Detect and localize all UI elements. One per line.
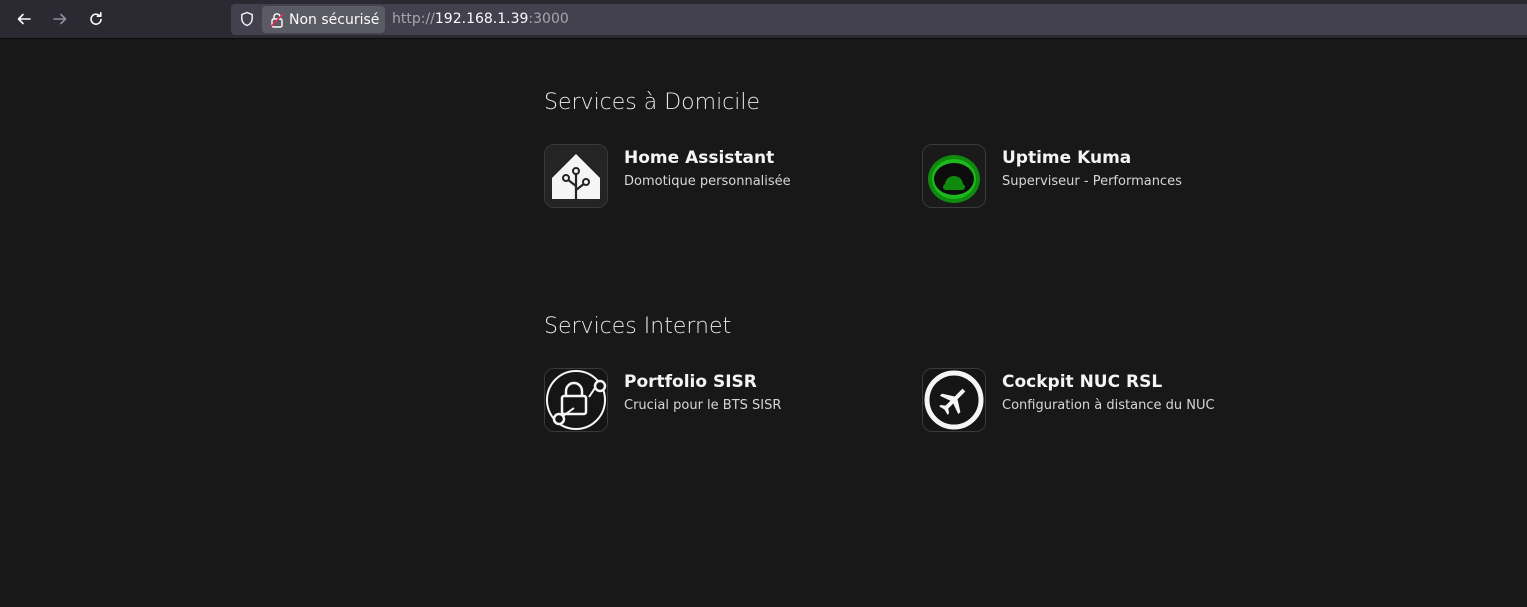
service-card-cockpit[interactable]: Cockpit NUC RSL Configuration à distance… <box>922 368 1262 434</box>
tracking-protection-icon[interactable] <box>239 11 255 27</box>
url-text[interactable]: http://192.168.1.39:3000 <box>392 11 569 27</box>
service-name: Home Assistant <box>624 148 775 168</box>
service-name: Portfolio SISR <box>624 372 757 392</box>
airplane-icon <box>922 368 986 432</box>
section-title-home: Services à Domicile <box>544 90 761 115</box>
reload-button[interactable] <box>83 6 109 32</box>
insecure-lock-icon <box>270 12 284 28</box>
arrow-left-icon <box>17 13 31 25</box>
arrow-right-icon <box>53 13 67 25</box>
address-bar[interactable]: Non sécurisé http://192.168.1.39:3000 <box>231 4 1527 35</box>
service-name: Uptime Kuma <box>1002 148 1132 168</box>
network-lock-icon <box>544 368 608 432</box>
service-description: Superviseur - Performances <box>1002 174 1182 189</box>
browser-toolbar: Non sécurisé http://192.168.1.39:3000 <box>0 0 1527 39</box>
service-card-portfolio-sisr[interactable]: Portfolio SISR Crucial pour le BTS SISR <box>544 368 884 434</box>
section-title-internet: Services Internet <box>544 314 732 339</box>
service-description: Configuration à distance du NUC <box>1002 398 1215 413</box>
security-indicator[interactable]: Non sécurisé <box>262 6 385 33</box>
forward-button[interactable] <box>47 6 73 32</box>
back-button[interactable] <box>11 6 37 32</box>
url-host: 192.168.1.39 <box>434 11 529 27</box>
uptime-kuma-icon <box>922 144 986 208</box>
home-assistant-icon <box>544 144 608 208</box>
service-description: Crucial pour le BTS SISR <box>624 398 782 413</box>
service-card-home-assistant[interactable]: Home Assistant Domotique personnalisée <box>544 144 884 210</box>
service-card-uptime-kuma[interactable]: Uptime Kuma Superviseur - Performances <box>922 144 1262 210</box>
reload-icon <box>90 12 102 25</box>
security-label: Non sécurisé <box>289 11 380 28</box>
url-scheme: http:// <box>392 11 435 27</box>
service-name: Cockpit NUC RSL <box>1002 372 1163 392</box>
service-description: Domotique personnalisée <box>624 174 791 189</box>
url-port: :3000 <box>528 11 569 27</box>
